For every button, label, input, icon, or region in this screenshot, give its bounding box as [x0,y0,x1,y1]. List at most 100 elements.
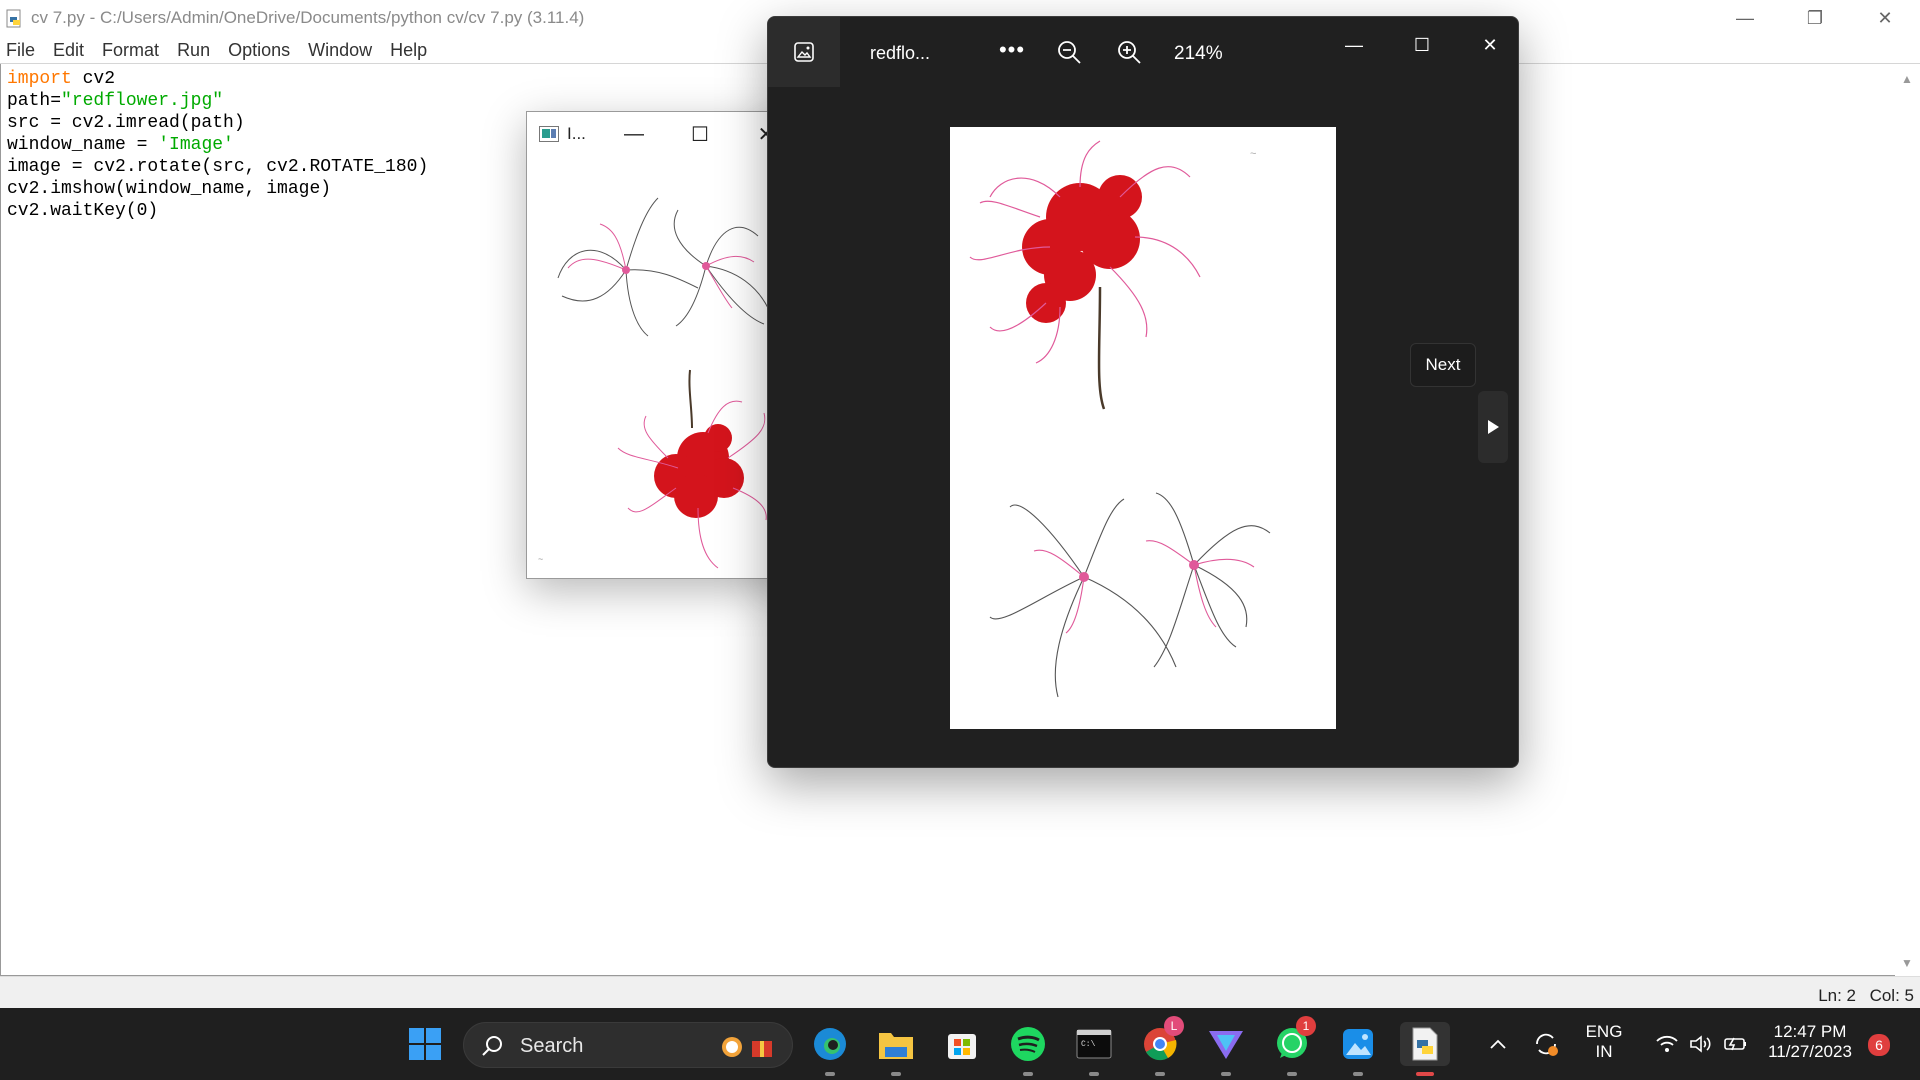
rotated-flower-image: ~ [528,158,797,578]
running-indicator [891,1072,901,1076]
taskbar-search-box[interactable]: Search [463,1022,793,1068]
running-indicator [825,1072,835,1076]
next-tooltip: Next [1410,343,1476,387]
sync-icon [1536,1033,1558,1056]
photos-viewer-window[interactable]: redflo... ••• 214% — ☐ ✕ ~ Next [767,16,1519,768]
search-icon [482,1036,502,1056]
menu-options[interactable]: Options [222,36,296,63]
chevron-up-icon [1490,1039,1506,1049]
windows-logo-icon [409,1028,441,1060]
gallery-button[interactable] [768,17,840,87]
taskbar-vpn[interactable] [1204,1022,1248,1076]
show-hidden-icons-button[interactable] [1478,1022,1518,1066]
gallery-icon [794,42,814,62]
taskbar-edge[interactable] [808,1022,852,1076]
menu-window[interactable]: Window [302,36,378,63]
clock-button[interactable]: 12:47 PM 11/27/2023 [1762,1022,1858,1062]
cv-minimize-button[interactable]: — [601,112,667,156]
photos-maximize-button[interactable]: ☐ [1394,27,1450,63]
store-icon [948,1034,976,1059]
clock-time: 12:47 PM [1773,1022,1847,1041]
window-title: cv 7.py - C:/Users/Admin/OneDrive/Docume… [31,8,585,27]
status-column: Col: 5 [1869,986,1914,1005]
taskbar: Search C:\ L 1 ENG IN 12:47 PM 11/27/202… [0,1008,1920,1080]
running-indicator [1155,1072,1165,1076]
code-line: image = cv2.rotate(src, cv2.ROTATE_180) [7,157,429,177]
code-line: src = cv2.imread(path) [7,113,245,133]
battery-charging-icon [1724,1037,1746,1051]
notification-count-badge[interactable]: 6 [1868,1034,1890,1056]
python-idle-icon [1412,1027,1438,1061]
code-line: path="redflower.jpg" [7,91,224,111]
taskbar-chrome[interactable]: L [1138,1016,1184,1076]
taskbar-spotify[interactable] [1006,1022,1050,1076]
taskbar-idle[interactable] [1400,1022,1450,1076]
running-indicator [1023,1072,1033,1076]
zoom-out-icon[interactable] [1054,37,1084,67]
minimize-button[interactable]: — [1710,0,1780,36]
folder-icon [879,1033,913,1059]
language-code: ENG [1585,1022,1623,1041]
svg-text:C:\: C:\ [1081,1040,1096,1049]
sync-tray-button[interactable] [1526,1022,1566,1066]
menu-run[interactable]: Run [171,36,216,63]
photos-close-button[interactable]: ✕ [1462,27,1518,63]
vpn-triangle-icon [1209,1031,1243,1059]
photos-minimize-button[interactable]: — [1326,27,1382,63]
next-image-button[interactable] [1478,391,1508,463]
vertical-scrollbar[interactable]: ▲ ▼ [1896,64,1920,976]
photos-icon [1343,1029,1373,1059]
active-indicator [1416,1072,1434,1076]
zoom-level: 214% [1174,43,1223,64]
chrome-profile-badge: L [1164,1016,1184,1036]
spotify-icon [1011,1027,1045,1061]
scroll-down-icon[interactable]: ▼ [1901,956,1913,970]
code-line: cv2.waitKey(0) [7,201,159,221]
wifi-icon [1656,1035,1678,1052]
cv-window-title: I... [567,124,586,143]
edge-icon [814,1028,846,1060]
taskbar-file-explorer[interactable] [874,1022,918,1076]
artist-signature: ~ [1250,148,1256,160]
volume-icon [1690,1035,1711,1053]
terminal-icon: C:\ [1076,1029,1112,1059]
opencv-image-window[interactable]: I... — ☐ ✕ ~ [526,111,799,579]
menu-file[interactable]: File [0,36,41,63]
quick-settings-button[interactable] [1642,1022,1762,1066]
image-filename: redflo... [870,43,931,63]
image-window-icon [539,126,559,142]
search-highlight-icon [722,1037,772,1057]
artist-signature: ~ [538,554,543,564]
close-button[interactable]: ✕ [1850,0,1920,36]
whatsapp-unread-badge: 1 [1296,1016,1316,1036]
running-indicator [1089,1072,1099,1076]
taskbar-photos[interactable] [1336,1022,1380,1076]
taskbar-terminal[interactable]: C:\ [1072,1022,1116,1076]
code-line: window_name = 'Image' [7,135,234,155]
zoom-in-icon[interactable] [1114,37,1144,67]
taskbar-microsoft-store[interactable] [940,1022,984,1066]
start-button[interactable] [403,1022,447,1066]
scroll-up-icon[interactable]: ▲ [1901,72,1913,86]
search-label: Search [520,1035,584,1057]
clock-date: 11/27/2023 [1768,1042,1852,1061]
running-indicator [1221,1072,1231,1076]
cv-maximize-button[interactable]: ☐ [667,112,733,156]
status-line: Ln: 2 [1818,986,1856,1005]
language-indicator[interactable]: ENG IN [1576,1022,1632,1062]
python-file-icon [6,9,21,28]
code-line: cv2.imshow(window_name, image) [7,179,332,199]
cv-titlebar[interactable]: I... — ☐ ✕ [527,112,798,156]
taskbar-whatsapp[interactable]: 1 [1270,1016,1316,1076]
more-options-button[interactable]: ••• [994,35,1030,71]
status-bar: Ln: 2 Col: 5 [0,976,1920,1008]
menu-help[interactable]: Help [384,36,433,63]
code-line: import cv2 [7,69,116,89]
restore-button[interactable]: ❐ [1780,0,1850,36]
running-indicator [1287,1072,1297,1076]
code-text[interactable]: import cv2 path="redflower.jpg" src = cv2.… [7,68,428,222]
menu-edit[interactable]: Edit [47,36,90,63]
menu-format[interactable]: Format [96,36,165,63]
play-right-icon [1488,420,1499,434]
region-code: IN [1595,1042,1613,1061]
